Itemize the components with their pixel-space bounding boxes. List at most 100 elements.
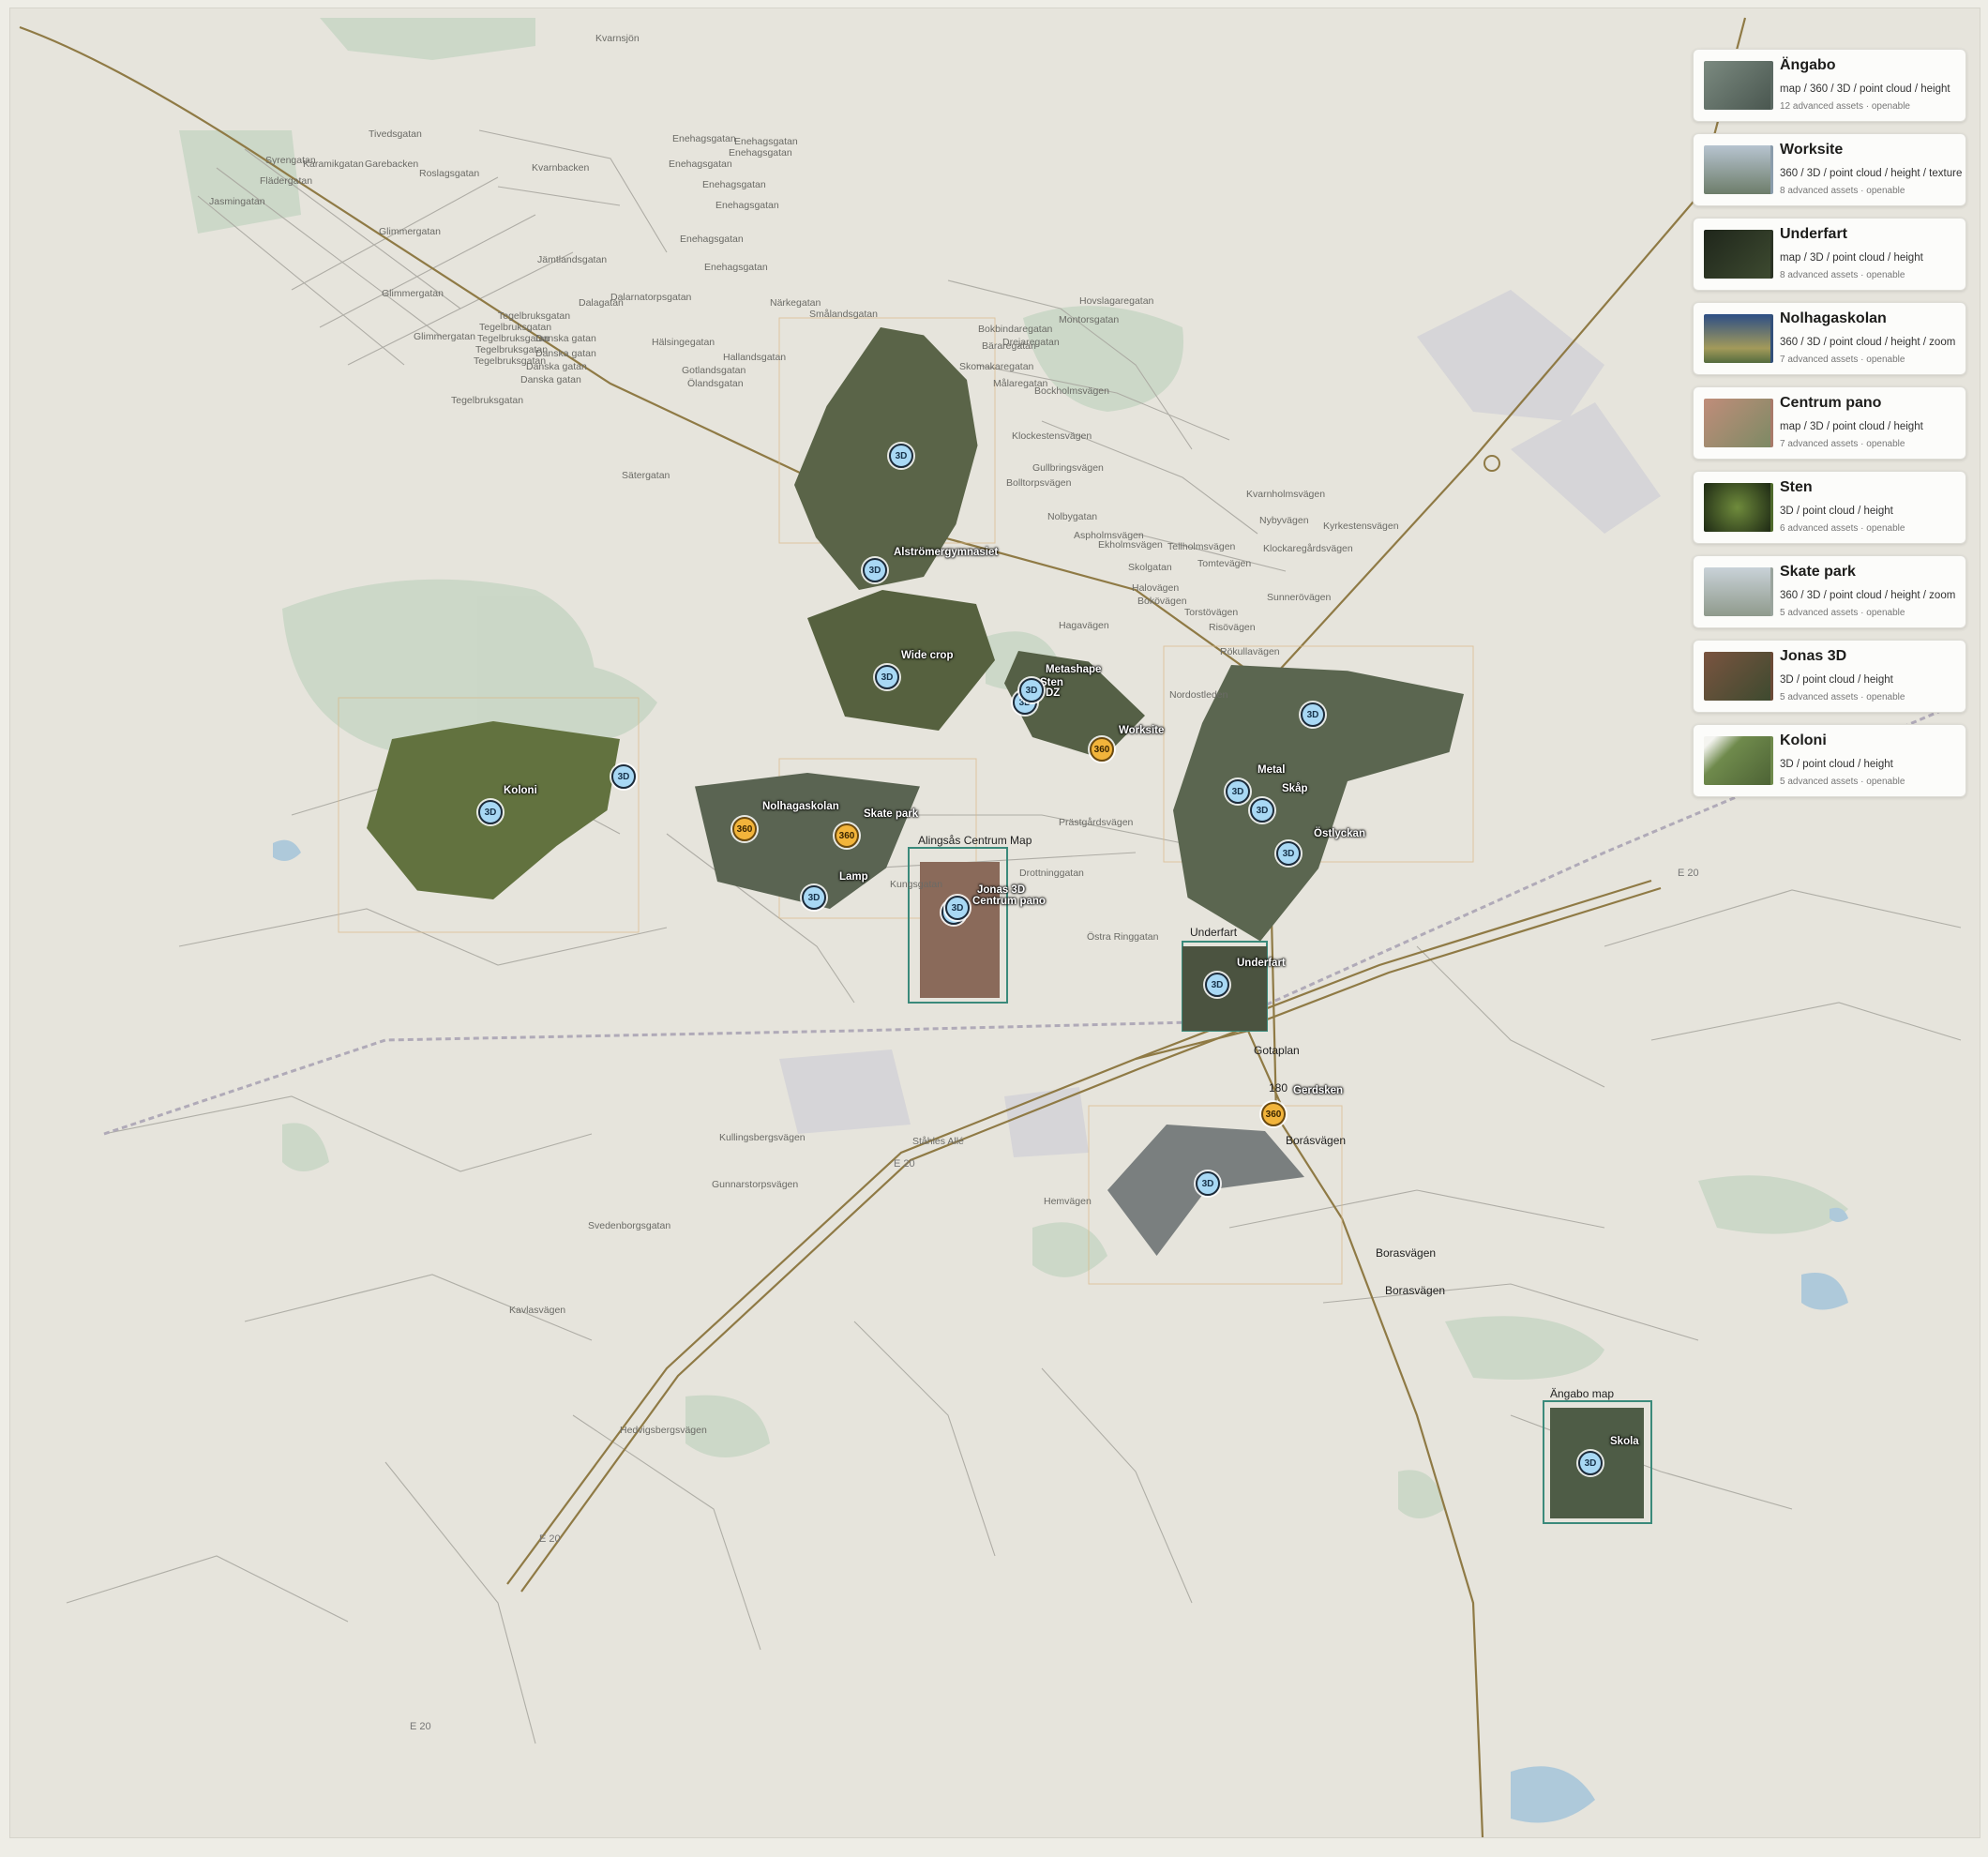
project-title: Skate park [1780,564,1856,580]
3d-marker[interactable]: 3D [945,896,970,920]
project-title: Jonas 3D [1780,648,1847,664]
project-title: Koloni [1780,732,1827,748]
360-marker[interactable]: 360 [732,817,757,841]
360-marker[interactable]: 360 [1261,1102,1286,1126]
3d-marker[interactable]: 3D [1196,1171,1220,1196]
map-label: Glimmergatan [382,288,444,299]
project-label[interactable]: DZ [1046,687,1060,699]
map-canvas[interactable]: Kvarnsjön Tivedsgatan Syrengatan Karamik… [9,8,1980,1838]
3d-marker[interactable]: 3D [863,558,887,582]
map-label: Tivedsgatan [369,128,422,140]
map-label: Närkegatan [770,297,821,309]
project-label[interactable]: Jonas 3D [977,884,1025,896]
map-label: Enehagsgatan [715,200,779,211]
3d-marker[interactable]: 3D [1578,1451,1603,1475]
project-card-skate-park[interactable]: Skate park 360 / 3D / point cloud / heig… [1693,555,1966,628]
3d-marker[interactable]: 3D [875,665,899,689]
3d-marker[interactable]: 3D [478,800,503,824]
map-label: Enehagsgatan [729,147,792,159]
project-card-koloni[interactable]: Koloni 3D / point cloud / height 5 advan… [1693,724,1966,797]
project-card-centrum-pano[interactable]: Centrum pano map / 3D / point cloud / he… [1693,386,1966,460]
map-label: Kvarnbacken [532,162,590,174]
map-label: Ölandsgatan [687,378,744,389]
project-label[interactable]: Gerdsken [1293,1085,1343,1096]
map-label: Bokbindaregatan [978,324,1053,335]
map-label: Montorsgatan [1059,314,1120,325]
project-title: Sten [1780,479,1813,495]
map-label: Bolltorpsvägen [1006,477,1072,489]
project-thumbnail [1704,399,1773,447]
project-title: Centrum pano [1780,395,1882,411]
map-label: Danska gatan [526,361,587,372]
map-label: Hemvägen [1044,1196,1092,1207]
map-label: Jasmingatan [209,196,265,207]
project-card-nolhagaskolan[interactable]: Nolhagaskolan 360 / 3D / point cloud / h… [1693,302,1966,375]
project-label[interactable]: Östlyckan [1314,828,1365,839]
map-label: Östra Ringgatan [1087,931,1159,943]
map-label: Bockholmsvägen [1034,385,1109,397]
map-label: Prästgårdsvägen [1059,817,1134,828]
project-types: 360 / 3D / point cloud / height / zoom [1780,590,1956,601]
map-label: Garebacken [365,159,419,170]
3d-marker[interactable]: 3D [1019,678,1044,702]
map-label: Klockestensvägen [1012,430,1092,442]
project-card-worksite[interactable]: Worksite 360 / 3D / point cloud / height… [1693,133,1966,206]
project-types: 360 / 3D / point cloud / height / textur… [1780,168,1963,179]
map-label: Gunnarstorpsvägen [712,1179,799,1190]
3d-marker[interactable]: 3D [1205,973,1229,997]
project-label[interactable]: Metal [1258,764,1285,776]
project-meta: 6 advanced assets · openable [1780,523,1905,534]
project-title: Ängabo [1780,57,1836,73]
project-label[interactable]: Alströmergymnasiet [894,547,998,558]
360-marker[interactable]: 360 [835,823,859,848]
project-label[interactable]: Skate park [864,808,918,820]
map-label: Enehagsgatan [680,234,744,245]
map-label: Risövägen [1209,622,1256,633]
project-label[interactable]: Skåp [1282,783,1308,794]
project-label[interactable]: Wide crop [901,650,953,661]
project-meta: 8 advanced assets · openable [1780,186,1905,196]
3d-marker[interactable]: 3D [1226,779,1250,804]
project-card-angabo[interactable]: Ängabo map / 360 / 3D / point cloud / he… [1693,49,1966,122]
360-marker[interactable]: 360 [1090,737,1114,762]
map-label: Hälsingegatan [652,337,715,348]
3d-marker[interactable]: 3D [889,444,913,468]
map-label: Nordostleden [1169,689,1228,701]
project-card-underfart[interactable]: Underfart map / 3D / point cloud / heigh… [1693,218,1966,291]
map-label: Bäraregatan [982,340,1036,352]
map-label: Kvarnsjön [595,33,640,44]
project-label[interactable]: Centrum pano [972,896,1046,907]
3d-marker[interactable]: 3D [1250,798,1274,823]
project-types: map / 3D / point cloud / height [1780,421,1923,432]
project-label[interactable]: Underfart [1237,958,1286,969]
map-label: Halovägen [1132,582,1180,594]
project-meta: 7 advanced assets · openable [1780,355,1905,365]
project-card-jonas-3d[interactable]: Jonas 3D 3D / point cloud / height 5 adv… [1693,640,1966,713]
map-label: Sunnerövägen [1267,592,1332,603]
project-label[interactable]: Lamp [839,871,868,883]
map-label: E 20 [410,1721,431,1732]
project-label[interactable]: Nolhagaskolan [762,801,839,812]
project-meta: 5 advanced assets · openable [1780,692,1905,702]
project-meta: 5 advanced assets · openable [1780,608,1905,618]
project-label[interactable]: Skola [1610,1436,1639,1447]
project-label[interactable]: Worksite [1119,725,1164,736]
map-label: Gotlandsgatan [682,365,746,376]
map-label: Enehagsgatan [669,159,732,170]
map-label: Kvarnholmsvägen [1246,489,1326,500]
map-label: Borásvägen [1286,1134,1347,1147]
3d-marker[interactable]: 3D [802,885,826,910]
project-card-sten[interactable]: Sten 3D / point cloud / height 6 advance… [1693,471,1966,544]
project-meta: 12 advanced assets · openable [1780,101,1910,112]
map-label: Ängabo map [1550,1387,1615,1400]
3d-marker[interactable]: 3D [1276,841,1301,866]
map-label: Kungsgatan [890,879,943,890]
3d-marker[interactable]: 3D [1301,702,1325,727]
3d-marker[interactable]: 3D [611,764,636,789]
project-label[interactable]: Metashape [1046,664,1101,675]
map-label: Dalarnatorpsgatan [610,292,692,303]
project-meta: 7 advanced assets · openable [1780,439,1905,449]
map-label: Tegelbruksgatan [451,395,524,406]
project-label[interactable]: Koloni [504,785,537,796]
map-label: E 20 [539,1533,561,1545]
